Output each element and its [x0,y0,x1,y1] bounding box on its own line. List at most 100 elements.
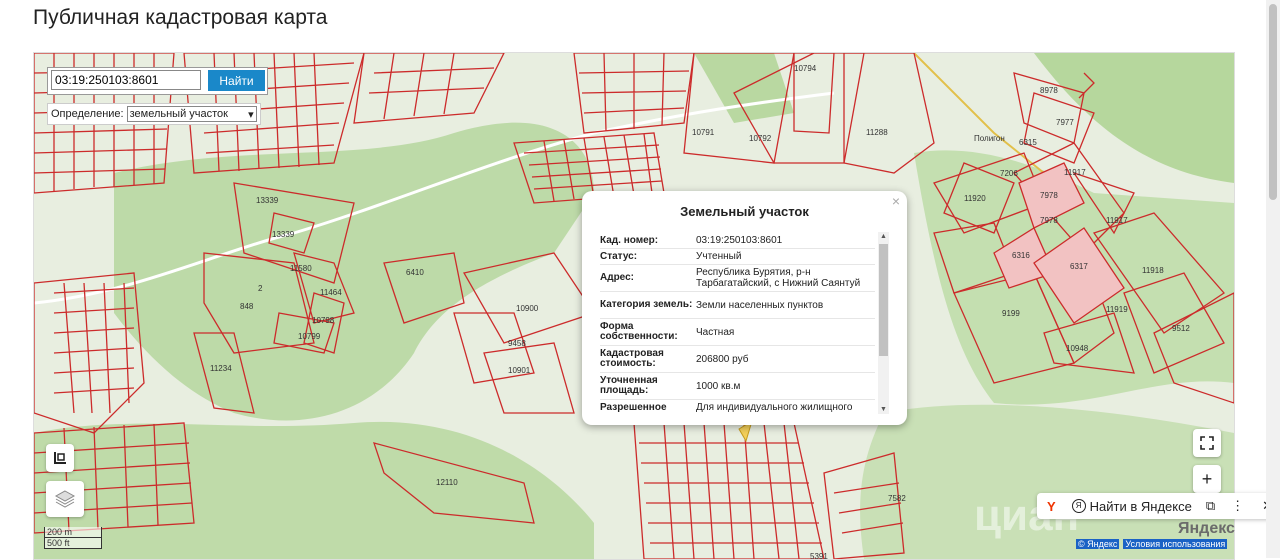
fullscreen-icon [1200,436,1214,450]
map-label: 13339 [272,230,295,239]
map-label: 12110 [436,478,458,487]
table-row: Адрес: Республика Бурятия, р-н Тарбагата… [600,265,875,292]
yandex-search-bar: Y Я Найти в Яндексе ⧉ ⋮ ✕ [1037,493,1280,519]
row-key: Адрес: [600,272,634,283]
ruler-icon [54,452,66,464]
row-value: 206800 руб [696,353,749,365]
parcel-info-popup: × Земельный участок Кад. номер: 03:19:25… [582,191,907,425]
map-label: 11917 [1064,168,1086,177]
row-value: 1000 кв.м [696,380,741,392]
chevron-down-icon: ▾ [248,108,254,121]
find-in-yandex-button[interactable]: Я Найти в Яндексе [1071,498,1192,514]
map-label: 6317 [1070,262,1088,271]
popup-scroll-thumb[interactable] [879,244,888,356]
row-value: Частная [696,326,735,338]
map-label: 7978 [1040,216,1058,225]
map-label: 13339 [256,196,279,205]
scroll-down-icon[interactable]: ▼ [880,406,887,413]
map-label: 9199 [1002,309,1020,318]
row-key: Кадастровая стоимость: [600,348,664,369]
map-label: 10798 [312,316,335,325]
row-key: Разрешенное использование: [600,402,680,414]
map-label: 10948 [1066,344,1089,353]
ruler-button[interactable] [46,444,74,472]
definition-select[interactable]: земельный участок ▾ [126,106,257,122]
row-key: Статус: [600,250,638,262]
map-label: 11919 [1106,305,1128,314]
map-label: 10799 [298,332,321,341]
table-row: Категория земель: Земли населенных пункт… [600,292,875,319]
map-label: 10791 [692,128,715,137]
copy-icon[interactable]: ⧉ [1206,498,1215,514]
scale-metric: 200 m [44,527,102,538]
map-label: 10900 [516,304,539,313]
map-copyright: © Яндекс Условия использования [1076,539,1228,549]
row-value: Для индивидуального жилищного строительс… [696,402,853,413]
zoom-in-button[interactable]: + [1193,465,1221,493]
fullscreen-button[interactable] [1193,429,1221,457]
map-label: 10901 [508,366,531,375]
definition-label: Определение: [51,108,124,120]
row-value: 03:19:250103:8601 [696,235,783,246]
map-label: 11234 [210,364,232,373]
map-label: 11464 [320,288,342,297]
more-icon[interactable]: ⋮ [1231,498,1244,514]
definition-selected-value: земельный участок [129,108,228,120]
search-panel: Найти [47,67,268,95]
map-label: 6410 [406,268,424,277]
yandex-circle-icon: Я [1071,499,1086,513]
table-row: Кадастровая стоимость: 206800 руб [600,346,875,373]
search-button[interactable]: Найти [208,70,265,91]
map-label: 2 [258,284,263,293]
copyright-yandex-link[interactable]: © Яндекс [1076,539,1120,549]
map-label: 11917 [1106,216,1128,225]
yandex-wordmark: Яндекс [1178,520,1235,537]
map-label: 7977 [1056,118,1074,127]
map-label: 11580 [290,264,312,273]
map-label: 7978 [1040,191,1058,200]
map-label: 10794 [794,64,817,73]
definition-row: Определение: земельный участок ▾ [47,103,261,125]
map-scale: 200 m 500 ft [44,527,102,549]
map-label: 6315 [1019,138,1037,147]
map-label: 9512 [1172,324,1190,333]
terms-of-use-link[interactable]: Условия использования [1123,539,1228,549]
map-label: 6316 [1012,251,1030,260]
table-row: Разрешенное использование: Для индивидуа… [600,400,875,413]
row-key: Категория земель: [600,299,693,310]
popup-scrollbar[interactable]: ▲ ▼ [878,232,889,414]
row-key: Уточненная площадь: [600,375,658,396]
page-scrollbar[interactable] [1266,0,1280,558]
table-row: Форма собственности: Частная [600,319,875,346]
map-label: 10792 [749,134,772,143]
row-value: Учтенный [696,251,742,262]
table-row: Кад. номер: 03:19:250103:8601 [600,233,875,249]
map-label: 11918 [1142,266,1164,275]
yandex-logo-icon: Y [1047,498,1056,514]
row-key: Кад. номер: [600,234,659,246]
map-container[interactable]: 10794 10791 10792 11288 8978 7977 Полиго… [33,52,1235,560]
layers-button[interactable] [46,481,84,517]
layers-icon [54,490,76,508]
map-label: 8978 [1040,86,1058,95]
cadastral-number-input[interactable] [51,70,201,90]
map-label: 9458 [508,339,526,348]
page-title: Публичная кадастровая карта [33,6,328,29]
map-label: 7582 [888,494,906,503]
parcel-attributes-table: Кад. номер: 03:19:250103:8601 Статус: Уч… [600,233,875,413]
table-row: Уточненная площадь: 1000 кв.м [600,373,875,400]
page-scroll-thumb[interactable] [1269,4,1277,200]
popup-title: Земельный участок [680,204,809,219]
map-label: 11288 [866,128,888,137]
table-row: Статус: Учтенный [600,249,875,265]
scroll-up-icon[interactable]: ▲ [880,233,887,240]
map-label: 848 [240,302,254,311]
row-value: Республика Бурятия, р-н Тарбагатайский, … [696,267,861,289]
find-in-yandex-label: Найти в Яндексе [1089,498,1192,514]
row-key: Форма собственности: [600,321,678,342]
map-label: 11920 [964,194,986,203]
row-value: Земли населенных пунктов [696,299,824,311]
scale-imperial: 500 ft [44,538,102,549]
map-label: Полигон [974,134,1005,143]
map-label: 7206 [1000,169,1018,178]
